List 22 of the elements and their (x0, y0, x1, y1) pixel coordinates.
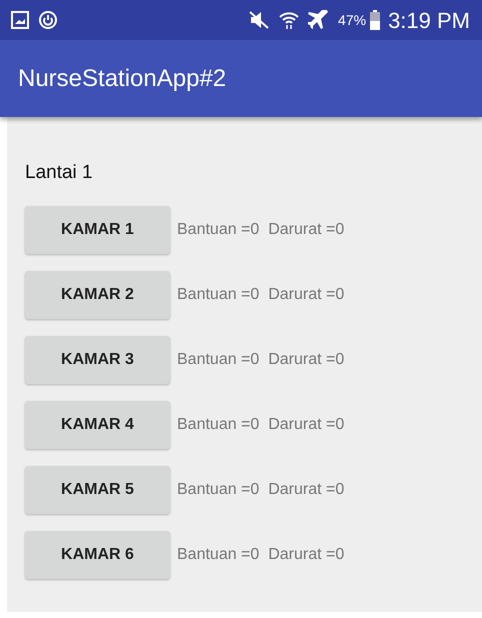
room-button[interactable]: KAMAR 4 (25, 400, 170, 448)
room-status-text: Bantuan =0 Darurat =0 (177, 414, 344, 434)
airplane-icon (308, 10, 330, 30)
floor-label: Lantai 1 (25, 161, 93, 185)
battery-percentage: 47% (338, 10, 366, 30)
battery-icon (370, 10, 380, 30)
room-status-text: Bantuan =0 Darurat =0 (177, 350, 344, 370)
room-button[interactable]: KAMAR 5 (25, 466, 170, 514)
mute-icon (248, 10, 270, 30)
room-status-text: Bantuan =0 Darurat =0 (177, 220, 344, 240)
power-icon (38, 10, 58, 30)
image-icon (10, 10, 30, 30)
room-button[interactable]: KAMAR 1 (25, 206, 170, 254)
room-button[interactable]: KAMAR 6 (25, 530, 170, 578)
room-status-text: Bantuan =0 Darurat =0 (177, 544, 344, 564)
room-button[interactable]: KAMAR 3 (25, 336, 170, 384)
room-status-text: Bantuan =0 Darurat =0 (177, 284, 344, 304)
room-button[interactable]: KAMAR 2 (25, 270, 170, 318)
app-title: NurseStationApp#2 (18, 64, 226, 94)
wifi-icon (278, 10, 300, 30)
clock-time: 3:19 PM (388, 6, 470, 34)
room-status-text: Bantuan =0 Darurat =0 (177, 480, 344, 500)
